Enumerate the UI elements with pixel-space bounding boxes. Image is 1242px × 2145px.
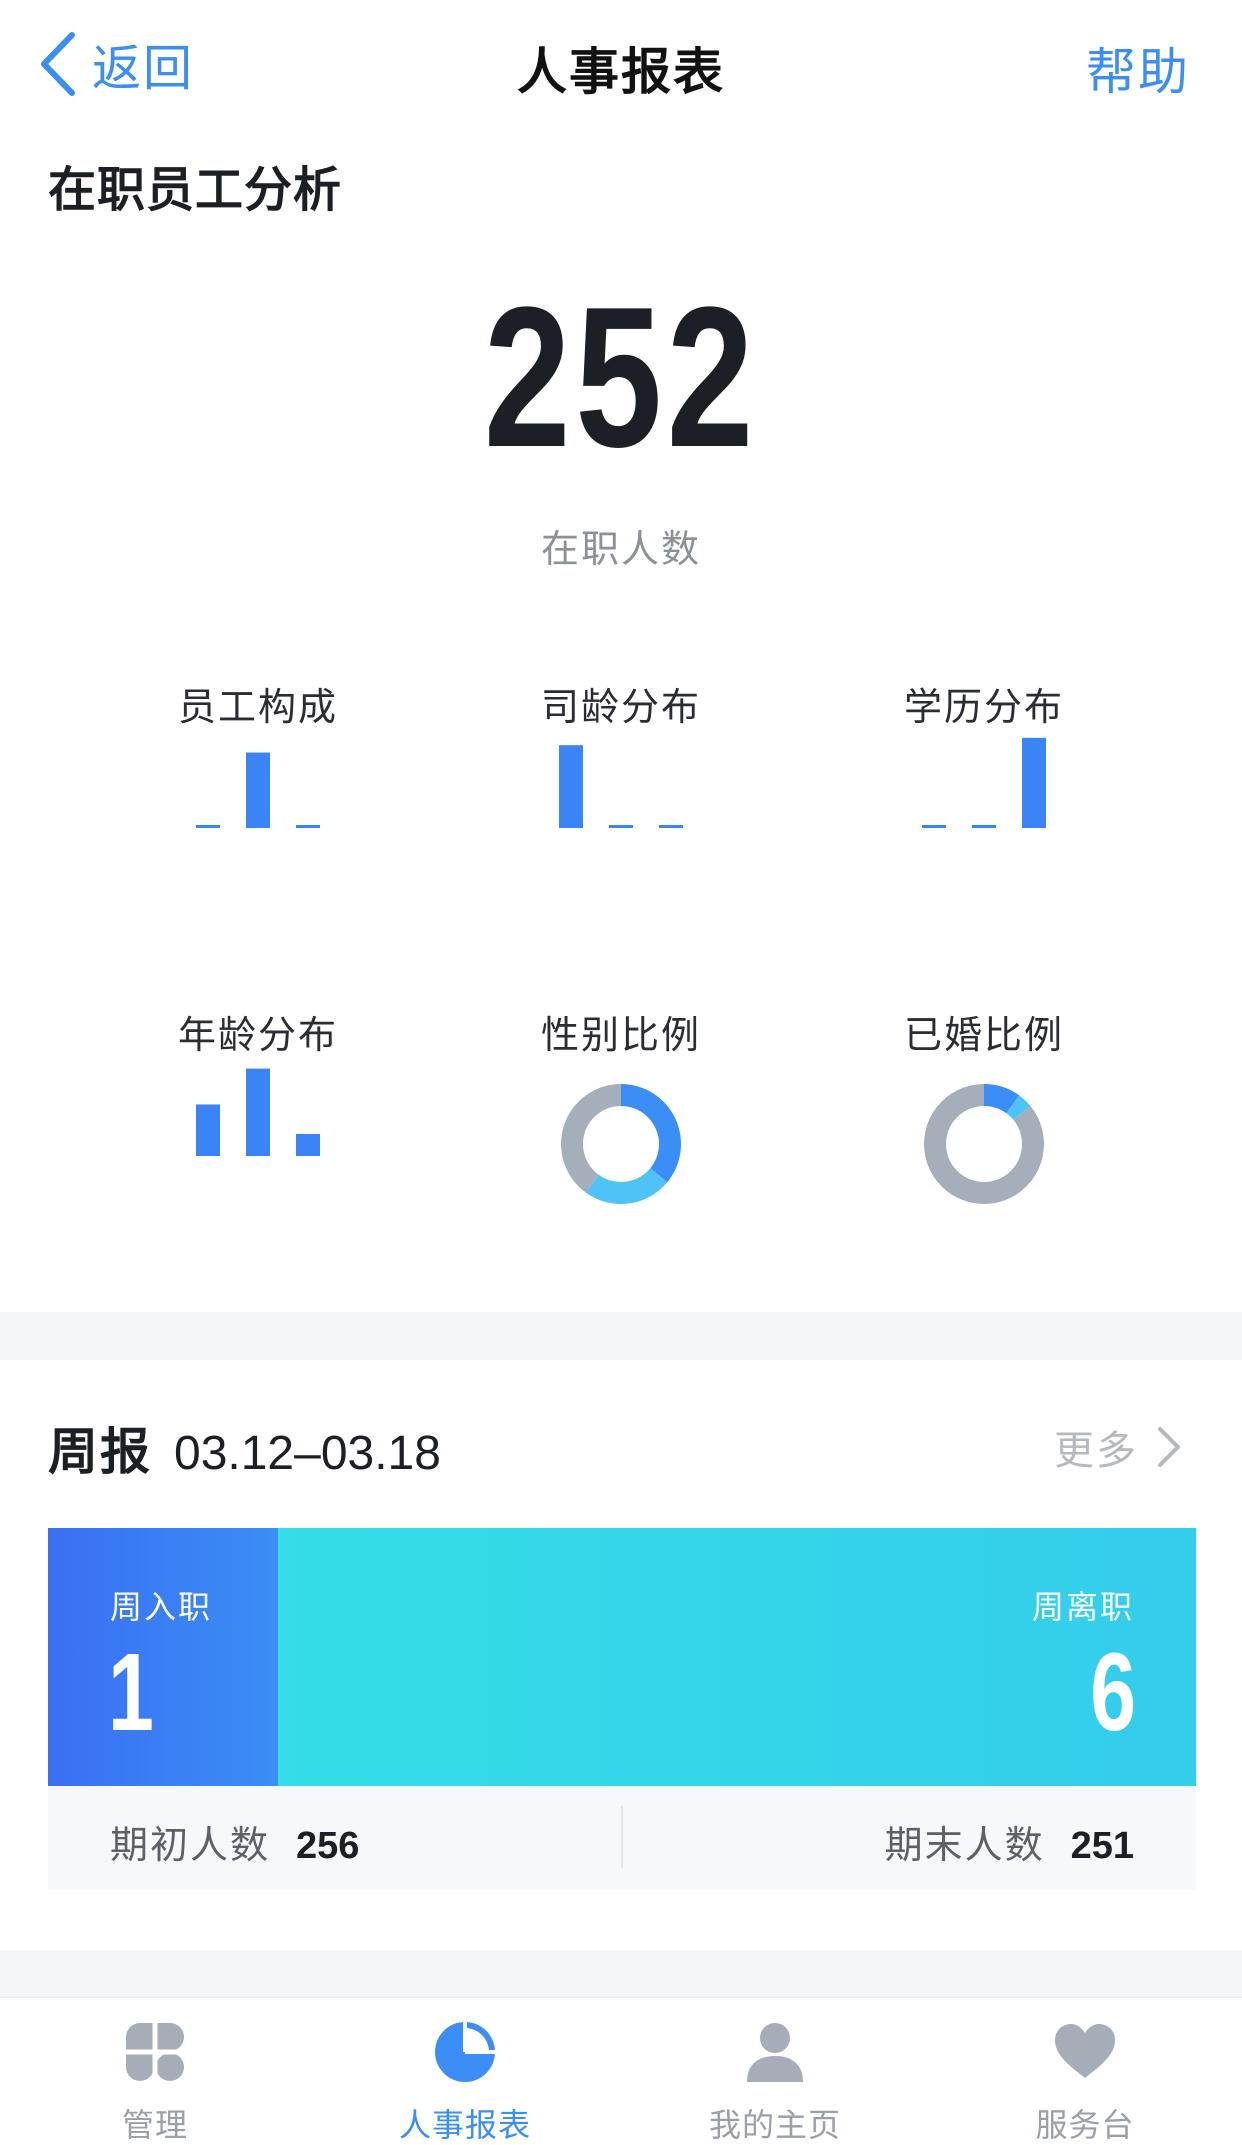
weekly-leave-value: 6 [1090, 1631, 1136, 1754]
mini-bar [296, 1133, 320, 1156]
weekly-leave-label: 周离职 [1031, 1588, 1134, 1626]
end-count: 期末人数 251 [885, 1814, 1134, 1869]
section-divider [0, 1312, 1242, 1360]
person-icon [747, 2023, 803, 2082]
donut-chart-icon [561, 1084, 681, 1204]
mini-chart-label: 年龄分布 [177, 1013, 338, 1057]
mini-bar [1022, 737, 1046, 828]
weekly-leave-segment: 周离职 6 [278, 1528, 1196, 1786]
start-count: 期初人数 256 [110, 1814, 359, 1869]
tab-bar: 管理 人事报表 我的主页 服务台 [0, 1996, 1242, 2145]
nav-bar: 返回 人事报表 帮助 [0, 0, 1242, 125]
bar-chart-icon [196, 1068, 320, 1156]
mini-chart-card[interactable]: 员工构成 [108, 676, 408, 936]
tab-label: 服务台 [1035, 2106, 1135, 2144]
mini-chart-card[interactable]: 性别比例 [471, 1004, 771, 1264]
donut-chart-icon [924, 1084, 1044, 1204]
weekly-footer: 期初人数 256 期末人数 251 [48, 1786, 1196, 1890]
mini-bar [296, 825, 320, 828]
weekly-join-value: 1 [108, 1631, 154, 1754]
weekly-header: 周报 03.12–03.18 [48, 1412, 441, 1484]
page-title: 人事报表 [517, 43, 725, 101]
mini-bar [922, 825, 946, 828]
section-title: 在职员工分析 [48, 162, 343, 218]
mini-bar [196, 825, 220, 828]
bar-chart-icon [922, 737, 1046, 828]
more-label: 更多 [1054, 1428, 1138, 1474]
mini-chart-card[interactable]: 司龄分布 [471, 676, 771, 936]
headcount-value: 252 [483, 266, 759, 489]
mini-chart-label: 性别比例 [540, 1013, 701, 1057]
mini-chart-label: 已婚比例 [903, 1013, 1064, 1057]
mini-bar [972, 825, 996, 828]
chevron-right-icon [1158, 1427, 1180, 1467]
tab-label: 我的主页 [708, 2106, 841, 2144]
mini-chart-label: 司龄分布 [540, 685, 701, 729]
donut-slice [621, 1084, 681, 1183]
end-count-value: 251 [1070, 1825, 1134, 1867]
mini-chart-card[interactable]: 学历分布 [834, 676, 1134, 936]
mini-chart-label: 员工构成 [177, 685, 338, 729]
tab-manage[interactable]: 管理 [0, 1998, 310, 2145]
mini-bar [246, 1068, 270, 1156]
start-count-label: 期初人数 [110, 1823, 271, 1867]
tab-label: 管理 [121, 2106, 188, 2144]
mini-bar [196, 1104, 220, 1156]
mini-chart-card[interactable]: 已婚比例 [834, 1004, 1134, 1264]
weekly-join-label: 周入职 [110, 1588, 213, 1626]
pie-chart-icon [435, 2022, 495, 2082]
mini-bar [659, 825, 683, 828]
end-count-label: 期末人数 [884, 1823, 1045, 1867]
mini-chart-label: 学历分布 [903, 685, 1064, 729]
donut-slice [561, 1084, 621, 1193]
help-button[interactable]: 帮助 [1086, 32, 1190, 104]
grid-clover-icon [125, 2022, 185, 2082]
tab-service-desk[interactable]: 服务台 [930, 1998, 1240, 2145]
tab-my-page[interactable]: 我的主页 [620, 1998, 930, 2145]
weekly-join-segment: 周入职 1 [48, 1528, 278, 1786]
weekly-title: 周报 [48, 1423, 152, 1481]
mini-bar [559, 745, 583, 828]
bar-chart-icon [196, 752, 320, 828]
weekly-flow-bar[interactable]: 周入职 1 周离职 6 [48, 1528, 1196, 1786]
mini-bar [609, 825, 633, 828]
tab-label: 人事报表 [398, 2106, 531, 2144]
footer-divider [621, 1806, 623, 1868]
mini-chart-card[interactable]: 年龄分布 [108, 1004, 408, 1264]
more-button[interactable]: 更多 [1054, 1418, 1182, 1476]
tab-hr-report[interactable]: 人事报表 [310, 1998, 620, 2145]
start-count-value: 256 [296, 1825, 360, 1867]
headcount-label: 在职人数 [540, 527, 701, 571]
mini-bar [246, 752, 270, 828]
heart-icon [1055, 2024, 1115, 2078]
donut-slice [585, 1168, 668, 1204]
bar-chart-icon [559, 745, 683, 828]
section-divider [0, 1950, 1242, 1996]
weekly-date-range: 03.12–03.18 [174, 1427, 441, 1480]
